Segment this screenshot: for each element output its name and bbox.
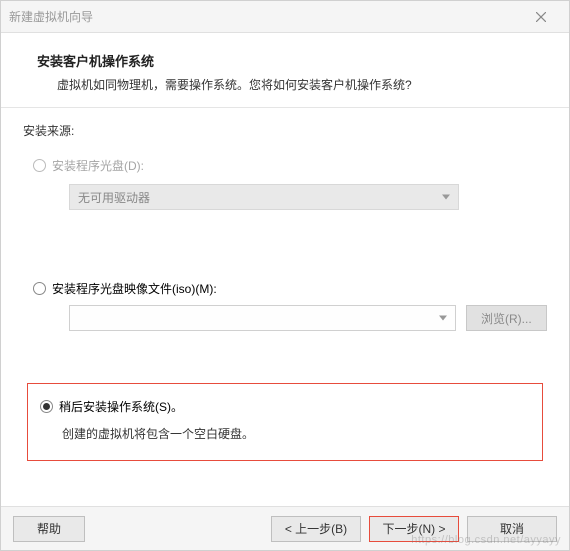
radio-install-later[interactable]: 稍后安装操作系统(S)。: [40, 398, 530, 415]
close-button[interactable]: [521, 1, 561, 33]
option-installer-disc: 安装程序光盘(D): 无可用驱动器: [33, 157, 547, 210]
radio-icon: [33, 282, 46, 295]
close-icon: [536, 12, 546, 22]
wizard-header: 安装客户机操作系统 虚拟机如同物理机，需要操作系统。您将如何安装客户机操作系统?: [1, 33, 569, 108]
option-install-later: 稍后安装操作系统(S)。 创建的虚拟机将包含一个空白硬盘。: [40, 398, 530, 442]
page-title: 安装客户机操作系统: [37, 51, 533, 70]
browse-button[interactable]: 浏览(R)...: [466, 305, 547, 331]
dropdown-value: 无可用驱动器: [78, 189, 150, 206]
watermark: https://blog.csdn.net/ayyayy: [411, 534, 561, 546]
radio-label: 稍后安装操作系统(S)。: [59, 398, 183, 415]
chevron-down-icon: [439, 316, 447, 321]
help-button[interactable]: 帮助: [13, 516, 85, 542]
radio-label: 安装程序光盘(D):: [52, 157, 144, 174]
radio-iso-file[interactable]: 安装程序光盘映像文件(iso)(M):: [33, 280, 547, 297]
radio-icon: [40, 400, 53, 413]
back-button[interactable]: < 上一步(B): [271, 516, 361, 542]
chevron-down-icon: [442, 195, 450, 200]
highlight-box: 稍后安装操作系统(S)。 创建的虚拟机将包含一个空白硬盘。: [27, 383, 543, 461]
radio-label: 安装程序光盘映像文件(iso)(M):: [52, 280, 217, 297]
radio-installer-disc[interactable]: 安装程序光盘(D):: [33, 157, 547, 174]
iso-path-input[interactable]: [69, 305, 456, 331]
radio-icon: [33, 159, 46, 172]
option-install-later-desc: 创建的虚拟机将包含一个空白硬盘。: [62, 425, 530, 442]
option-iso-file: 安装程序光盘映像文件(iso)(M): 浏览(R)...: [33, 280, 547, 331]
source-label: 安装来源:: [23, 122, 547, 139]
titlebar: 新建虚拟机向导: [1, 1, 569, 33]
drive-dropdown[interactable]: 无可用驱动器: [69, 184, 459, 210]
wizard-body: 安装来源: 安装程序光盘(D): 无可用驱动器 安装程序光盘映像文件(iso)(…: [1, 108, 569, 471]
page-subtitle: 虚拟机如同物理机，需要操作系统。您将如何安装客户机操作系统?: [37, 76, 533, 93]
window-title: 新建虚拟机向导: [9, 8, 521, 25]
